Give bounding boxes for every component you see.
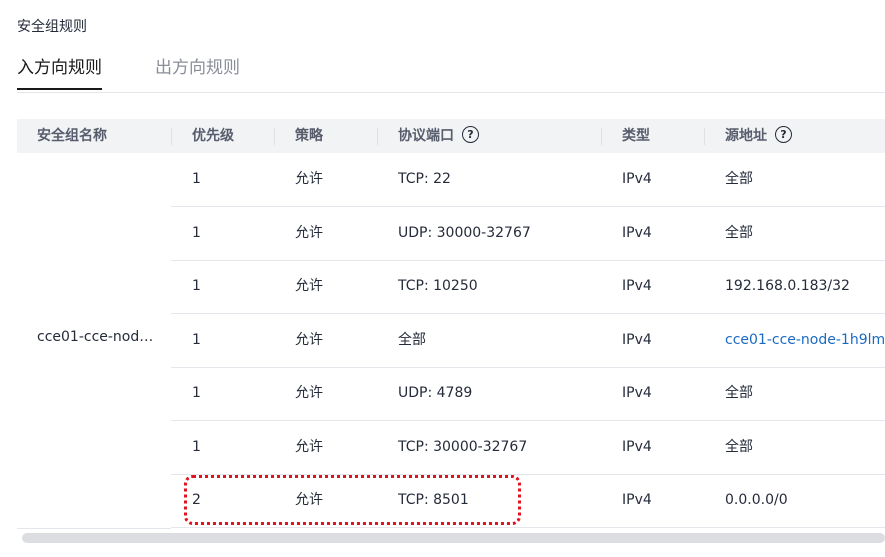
source-cell: 全部: [725, 385, 753, 401]
header-source-label: 源地址: [725, 128, 767, 144]
header-divider: [377, 128, 378, 145]
type-cell: IPv4: [622, 278, 652, 294]
protocol-port-cell: UDP: 30000-32767: [398, 225, 531, 241]
type-cell: IPv4: [622, 439, 652, 455]
source-cell: 全部: [725, 439, 753, 455]
table-row: 1 允许 UDP: 4789 IPv4 全部: [171, 367, 885, 421]
header-divider: [171, 128, 172, 145]
table-row: 2 允许 TCP: 8501 IPv4 0.0.0.0/0: [171, 474, 885, 528]
header-type: 类型: [622, 128, 650, 144]
group-name-cell: cce01-cce-nod…: [17, 153, 171, 529]
table-row: 1 允许 全部 IPv4 cce01-cce-node-1h9lm: [171, 314, 885, 368]
policy-cell: 允许: [295, 171, 323, 187]
header-divider: [274, 128, 275, 145]
header-divider: [704, 128, 705, 145]
help-icon[interactable]: ?: [462, 125, 479, 143]
policy-cell: 允许: [295, 492, 323, 508]
rule-direction-tabs: 入方向规则 出方向规则: [17, 56, 885, 93]
section-title: 安全组规则: [17, 19, 87, 35]
protocol-port-cell: TCP: 8501: [398, 492, 469, 508]
header-protocol-port: 协议端口?: [398, 119, 479, 153]
header-protocol-port-label: 协议端口: [398, 128, 454, 144]
priority-cell: 1: [192, 278, 201, 294]
help-icon[interactable]: ?: [775, 125, 792, 143]
source-cell: 全部: [725, 225, 753, 241]
source-cell: 全部: [725, 171, 753, 187]
type-cell: IPv4: [622, 385, 652, 401]
policy-cell: 允许: [295, 332, 323, 348]
priority-cell: 2: [192, 492, 201, 508]
header-policy: 策略: [295, 128, 323, 144]
policy-cell: 允许: [295, 225, 323, 241]
source-security-group-link[interactable]: cce01-cce-node-1h9lm: [725, 314, 885, 367]
table-body: cce01-cce-nod… 1 允许 TCP: 22 IPv4 全部 1 允许…: [17, 153, 885, 529]
table-header: 安全组名称 优先级 策略 协议端口? 类型 源地址?: [17, 119, 885, 153]
table-row: 1 允许 TCP: 10250 IPv4 192.168.0.183/32: [171, 260, 885, 314]
table-row: 1 允许 UDP: 30000-32767 IPv4 全部: [171, 207, 885, 261]
tab-inbound-rules[interactable]: 入方向规则: [17, 56, 102, 90]
protocol-port-cell: TCP: 22: [398, 171, 451, 187]
type-cell: IPv4: [622, 492, 652, 508]
type-cell: IPv4: [622, 332, 652, 348]
policy-cell: 允许: [295, 439, 323, 455]
tab-outbound-rules[interactable]: 出方向规则: [155, 56, 240, 80]
policy-cell: 允许: [295, 385, 323, 401]
priority-cell: 1: [192, 332, 201, 348]
protocol-port-cell: TCP: 10250: [398, 278, 478, 294]
priority-cell: 1: [192, 171, 201, 187]
priority-cell: 1: [192, 225, 201, 241]
horizontal-scrollbar[interactable]: [22, 533, 885, 543]
source-cell: 192.168.0.183/32: [725, 278, 850, 294]
header-divider: [601, 128, 602, 145]
security-group-rules-table: 安全组名称 优先级 策略 协议端口? 类型 源地址? cce01-cce-nod…: [17, 119, 885, 529]
protocol-port-cell: UDP: 4789: [398, 385, 473, 401]
type-cell: IPv4: [622, 225, 652, 241]
protocol-port-cell: 全部: [398, 332, 426, 348]
header-priority: 优先级: [192, 128, 234, 144]
table-row: 1 允许 TCP: 22 IPv4 全部: [171, 153, 885, 207]
header-group-name: 安全组名称: [37, 128, 107, 144]
priority-cell: 1: [192, 439, 201, 455]
header-source: 源地址?: [725, 119, 792, 153]
table-row: 1 允许 TCP: 30000-32767 IPv4 全部: [171, 421, 885, 475]
protocol-port-cell: TCP: 30000-32767: [398, 439, 528, 455]
security-group-name: cce01-cce-nod…: [37, 329, 154, 345]
source-cell: 0.0.0.0/0: [725, 492, 788, 508]
type-cell: IPv4: [622, 171, 652, 187]
priority-cell: 1: [192, 385, 201, 401]
policy-cell: 允许: [295, 278, 323, 294]
